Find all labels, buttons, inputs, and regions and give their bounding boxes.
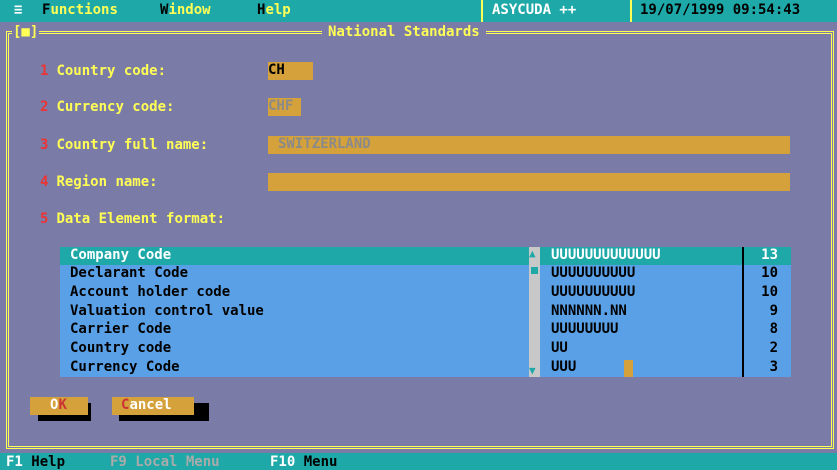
- element-name: Valuation control value: [70, 303, 264, 319]
- data-element-list[interactable]: Company Code UUUUUUUUUUUUU 13 Declarant …: [60, 247, 791, 377]
- menu-functions-label: unctions: [50, 2, 118, 18]
- element-format: UUUUUUUUUU: [551, 284, 636, 300]
- country-code-input[interactable]: CH: [268, 62, 313, 80]
- element-name: Account holder code: [70, 284, 231, 300]
- element-name: Country code: [70, 340, 172, 356]
- element-length: 2: [769, 340, 778, 356]
- field-number: 1: [40, 63, 49, 79]
- field-number: 4: [40, 174, 49, 190]
- list-item[interactable]: Carrier Code UUUUUUUU 8: [60, 321, 791, 339]
- field-label-country-code: 1 Country code:: [40, 63, 166, 79]
- field-number: 2: [40, 99, 49, 115]
- field-label: Currency code:: [56, 99, 175, 115]
- status-item-local-menu: F9 Local Menu: [110, 454, 220, 470]
- ok-button-label: OK: [50, 397, 67, 413]
- text-cursor: [624, 360, 633, 377]
- menu-help-label: elp: [265, 2, 291, 18]
- field-number: 3: [40, 137, 49, 153]
- element-format: NNNNNN.NN: [551, 303, 627, 319]
- ok-button-rest: K: [58, 397, 67, 413]
- ok-button[interactable]: OK: [30, 397, 88, 415]
- cancel-button-rest: ancel: [129, 397, 172, 413]
- scroll-down-icon[interactable]: ▼: [529, 364, 536, 377]
- window-close-button[interactable]: [■]: [12, 24, 40, 40]
- element-format: UUUUUUUUUUUUU: [551, 247, 661, 263]
- element-format: UUUUUUUUUU: [551, 265, 636, 281]
- status-label: Help: [31, 454, 66, 470]
- window-frame: [6, 31, 834, 449]
- list-item[interactable]: Country code UU 2: [60, 340, 791, 358]
- scroll-up-icon[interactable]: ▲: [529, 247, 536, 260]
- currency-code-value: CHF: [268, 98, 294, 114]
- menu-functions[interactable]: Functions: [42, 2, 118, 18]
- element-length: 8: [769, 321, 778, 337]
- field-label: Region name:: [56, 174, 158, 190]
- status-key: F1: [6, 454, 23, 470]
- element-length: 10: [761, 265, 778, 281]
- status-key: F9: [110, 454, 127, 470]
- element-name: Currency Code: [70, 359, 180, 375]
- element-format: UUUUUUUU: [551, 321, 619, 337]
- field-label-region-name: 4 Region name:: [40, 174, 158, 190]
- status-key: F10: [270, 454, 296, 470]
- menu-bar: ≡ Functions Window Help ASYCUDA ++ 19/07…: [0, 0, 837, 22]
- window-title: National Standards: [322, 24, 486, 40]
- field-label-data-element-format: 5 Data Element format:: [40, 211, 225, 227]
- element-length: 10: [761, 284, 778, 300]
- country-full-name-value: SWITZERLAND: [278, 136, 371, 152]
- list-item[interactable]: Currency Code UUU 3: [60, 359, 791, 377]
- app-name: ASYCUDA ++: [492, 2, 577, 18]
- list-item[interactable]: Valuation control value NNNNNN.NN 9: [60, 303, 791, 321]
- cancel-button[interactable]: Cancel: [112, 397, 194, 415]
- field-label-country-full-name: 3 Country full name:: [40, 137, 208, 153]
- list-scrollbar[interactable]: ▲ ▼: [529, 247, 540, 377]
- status-label: Menu: [303, 454, 338, 470]
- status-item-help[interactable]: F1 Help: [6, 454, 65, 470]
- field-number: 5: [40, 211, 49, 227]
- element-format: UU: [551, 340, 568, 356]
- country-code-value: CH: [268, 62, 285, 78]
- region-name-input[interactable]: [268, 173, 790, 191]
- element-name: Declarant Code: [70, 265, 189, 281]
- menu-window-label: indow: [168, 2, 211, 18]
- element-length: 9: [769, 303, 778, 319]
- status-label: Local Menu: [135, 454, 220, 470]
- field-label-currency-code: 2 Currency code:: [40, 99, 174, 115]
- length-column-divider: [742, 247, 744, 377]
- cancel-button-label: Cancel: [121, 397, 172, 413]
- element-name: Company Code: [70, 247, 172, 263]
- menu-window[interactable]: Window: [160, 2, 211, 18]
- scroll-thumb[interactable]: [531, 267, 538, 274]
- list-item[interactable]: Company Code UUUUUUUUUUUUU 13: [60, 247, 791, 265]
- list-item[interactable]: Declarant Code UUUUUUUUUU 10: [60, 265, 791, 283]
- element-length: 3: [769, 359, 778, 375]
- element-name: Carrier Code: [70, 321, 172, 337]
- field-label: Country code:: [56, 63, 167, 79]
- field-label: Country full name:: [56, 137, 209, 153]
- element-length: 13: [761, 247, 778, 263]
- menu-divider: [630, 0, 632, 22]
- clock: 19/07/1999 09:54:43: [640, 2, 801, 18]
- field-label: Data Element format:: [56, 211, 226, 227]
- menu-help[interactable]: Help: [257, 2, 291, 18]
- status-bar: F1 Help F9 Local Menu F10 Menu: [0, 453, 837, 470]
- element-format: UUU: [551, 359, 577, 375]
- status-item-menu[interactable]: F10 Menu: [270, 454, 337, 470]
- system-menu-icon[interactable]: ≡: [14, 2, 22, 18]
- menu-divider: [481, 0, 483, 22]
- list-item[interactable]: Account holder code UUUUUUUUUU 10: [60, 284, 791, 302]
- country-full-name-input[interactable]: SWITZERLAND: [268, 136, 790, 154]
- currency-code-input[interactable]: CHF: [268, 98, 301, 116]
